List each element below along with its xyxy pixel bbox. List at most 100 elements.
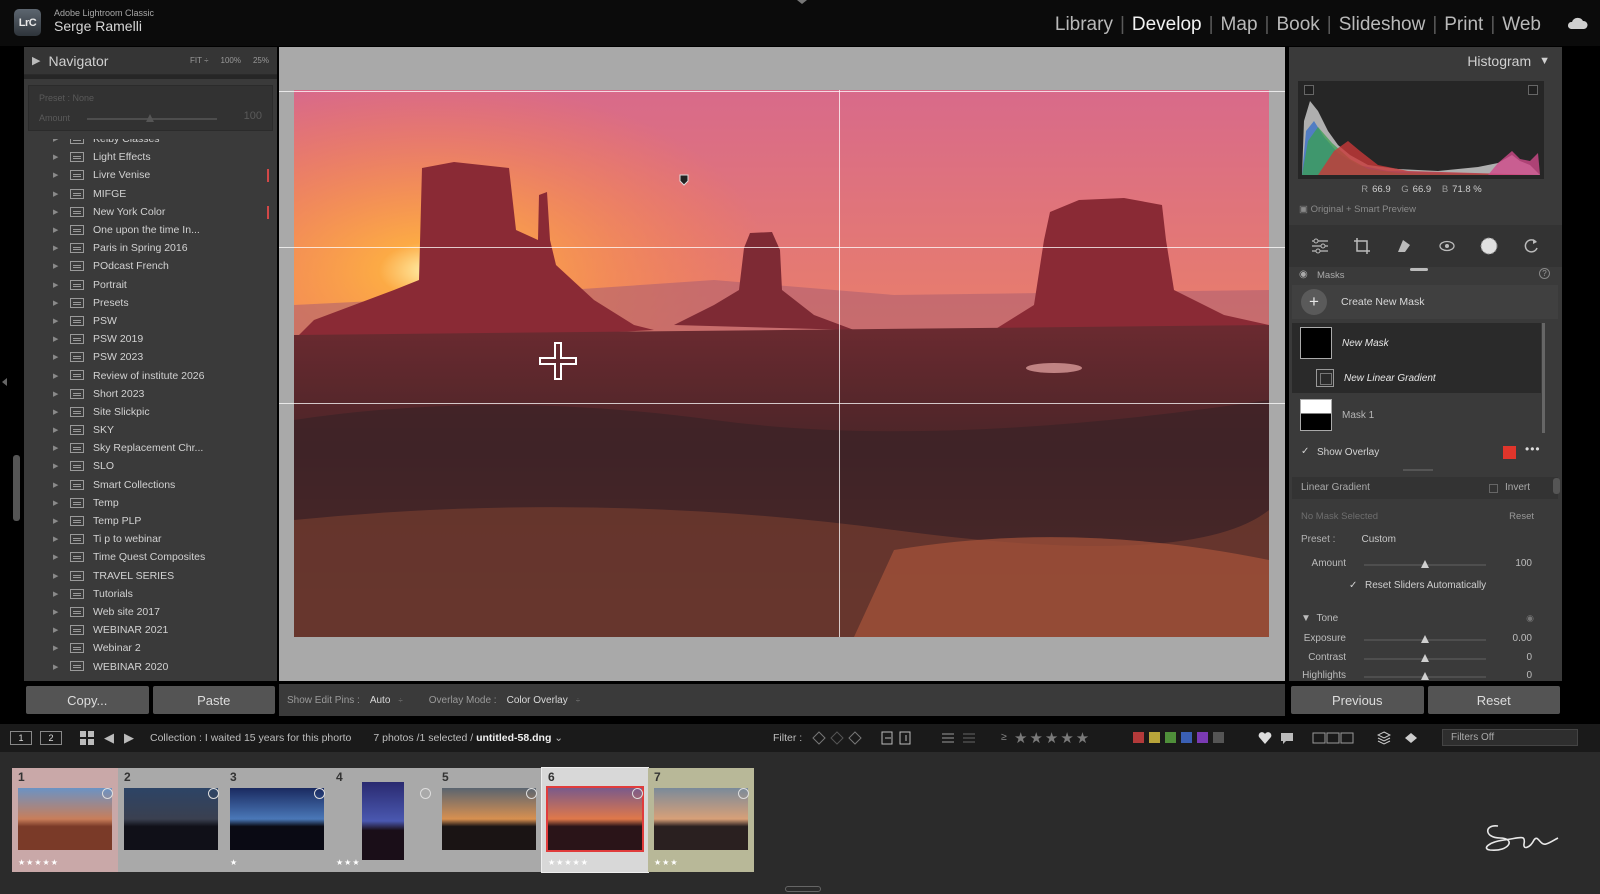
filmstrip-thumbnail[interactable]: 5 <box>436 768 542 872</box>
expand-triangle-icon[interactable]: ▶ <box>53 139 58 143</box>
paste-button[interactable]: Paste <box>152 686 275 714</box>
quick-collection-icon[interactable] <box>526 788 537 799</box>
collection-item[interactable]: ▶ MIFGE <box>24 185 269 203</box>
quick-collection-icon[interactable] <box>420 788 431 799</box>
mask-item-new-mask[interactable]: New Mask <box>1292 323 1541 363</box>
mask-list-scrollbar[interactable] <box>1542 323 1545 433</box>
masking-icon[interactable] <box>1479 236 1499 256</box>
color-label-blue[interactable] <box>1181 732 1192 743</box>
expand-triangle-icon[interactable]: ▶ <box>53 226 58 234</box>
sort-options-icon[interactable] <box>962 731 976 745</box>
expand-triangle-icon[interactable]: ▶ <box>53 663 58 671</box>
module-library[interactable]: Library <box>1048 14 1120 36</box>
expand-triangle-icon[interactable]: ▶ <box>53 171 58 179</box>
collection-item[interactable]: ▶ Time Quest Composites <box>24 548 269 566</box>
expand-triangle-icon[interactable]: ▶ <box>53 644 58 652</box>
module-map[interactable]: Map <box>1214 14 1265 36</box>
color-label-red[interactable] <box>1133 732 1144 743</box>
collection-item[interactable]: ▶ One upon the time In... <box>24 221 269 239</box>
collection-item[interactable]: ▶ Web site 2017 <box>24 603 269 621</box>
expand-triangle-icon[interactable]: ▶ <box>53 208 58 216</box>
rating-operator[interactable]: ≥ <box>1001 731 1007 743</box>
collection-item[interactable]: ▶ PSW 2019 <box>24 330 269 348</box>
collection-item[interactable]: ▶ Kelby Classes <box>24 139 269 148</box>
slider-value[interactable]: 0 <box>1526 670 1532 681</box>
collection-item[interactable]: ▶ Webinar 2 <box>24 639 269 657</box>
edit-pins-select[interactable]: Auto <box>370 695 391 706</box>
compare-views-icon[interactable] <box>1312 731 1356 745</box>
collection-item[interactable]: ▶ SKY <box>24 421 269 439</box>
color-label-green[interactable] <box>1165 732 1176 743</box>
color-label-none[interactable] <box>1213 732 1224 743</box>
filmstrip-thumbnail[interactable]: 4 ★★★ <box>330 768 436 872</box>
mask-item-mask-1[interactable]: Mask 1 <box>1292 397 1541 433</box>
expand-triangle-icon[interactable]: ▶ <box>32 54 40 67</box>
export-icon[interactable] <box>898 731 912 745</box>
color-label-yellow[interactable] <box>1149 732 1160 743</box>
overlay-color-swatch[interactable] <box>1503 446 1516 459</box>
filmstrip-thumbnail[interactable]: 7 ★★★ <box>648 768 754 872</box>
expand-triangle-icon[interactable]: ▶ <box>53 462 58 470</box>
red-eye-icon[interactable] <box>1437 236 1457 256</box>
collection-item[interactable]: ▶ SLO <box>24 457 269 475</box>
dropdown-arrows-icon[interactable]: ÷ <box>398 696 402 705</box>
collection-item[interactable]: ▶ Review of institute 2026 <box>24 366 269 384</box>
filmstrip-toggle[interactable] <box>785 886 821 892</box>
second-window-button[interactable]: 2 <box>40 731 62 745</box>
collection-item[interactable]: ▶ Paris in Spring 2016 <box>24 239 269 257</box>
expand-triangle-icon[interactable]: ▶ <box>53 372 58 380</box>
expand-triangle-icon[interactable]: ▶ <box>53 535 58 543</box>
expand-triangle-icon[interactable]: ▶ <box>53 153 58 161</box>
module-slideshow[interactable]: Slideshow <box>1332 14 1433 36</box>
filmstrip-thumbnail[interactable]: 3 ★ <box>224 768 330 872</box>
cloud-sync-icon[interactable] <box>1566 17 1588 30</box>
previous-button[interactable]: Previous <box>1291 686 1424 714</box>
forward-arrow-icon[interactable]: ▶ <box>124 730 134 746</box>
slider-value[interactable]: 100 <box>1515 558 1532 569</box>
expand-triangle-icon[interactable]: ▶ <box>53 299 58 307</box>
gradient-center-pin-icon[interactable] <box>536 339 580 383</box>
histogram-header[interactable]: Histogram ▼ <box>1289 47 1562 75</box>
flag-filter-icon[interactable] <box>812 731 826 745</box>
collection-item[interactable]: ▶ TRAVEL SERIES <box>24 567 269 585</box>
collection-item[interactable]: ▶ Sky Replacement Chr... <box>24 439 269 457</box>
collection-item[interactable]: ▶ Livre Venise <box>24 166 269 184</box>
slider-value[interactable]: 0 <box>1526 652 1532 663</box>
collapse-triangle-icon[interactable]: ▼ <box>1539 55 1550 67</box>
slider-value[interactable]: 0.00 <box>1513 633 1532 644</box>
overlay-mode-select[interactable]: Color Overlay <box>507 695 568 706</box>
filmstrip-thumbnail[interactable]: 1 ★★★★★ <box>12 768 118 872</box>
collection-item[interactable]: ▶ WEBINAR 2021 <box>24 621 269 639</box>
highlights-slider[interactable]: Highlights 0 <box>1289 668 1562 681</box>
expand-triangle-icon[interactable]: ▶ <box>53 408 58 416</box>
mask-component-linear-gradient[interactable]: New Linear Gradient <box>1292 363 1541 393</box>
quick-collection-icon[interactable] <box>632 788 643 799</box>
reset-button[interactable]: Reset <box>1427 686 1560 714</box>
filmstrip-thumbnail[interactable]: 6 ★★★★★ <box>541 767 649 873</box>
copy-button[interactable]: Copy... <box>26 686 149 714</box>
collection-item[interactable]: ▶ Temp <box>24 494 269 512</box>
amount-slider-thumb[interactable] <box>146 114 154 122</box>
masks-panel-grip[interactable] <box>1410 268 1428 271</box>
left-panel-toggle[interactable] <box>2 378 7 386</box>
grid-view-icon[interactable] <box>80 731 94 745</box>
quick-collection-icon[interactable] <box>314 788 325 799</box>
gradient-rotation-guide[interactable] <box>839 90 840 637</box>
expand-triangle-icon[interactable]: ▶ <box>53 590 58 598</box>
expand-triangle-icon[interactable]: ▶ <box>53 444 58 452</box>
exposure-slider[interactable]: Exposure 0.00 <box>1289 631 1562 647</box>
expand-triangle-icon[interactable]: ▶ <box>53 517 58 525</box>
collection-item[interactable]: ▶ Short 2023 <box>24 385 269 403</box>
import-icon[interactable] <box>880 731 894 745</box>
module-develop[interactable]: Develop <box>1125 14 1209 36</box>
collection-item[interactable]: ▶ POdcast French <box>24 257 269 275</box>
edit-sliders-icon[interactable] <box>1310 236 1330 256</box>
edit-pin-icon[interactable] <box>679 174 689 186</box>
collection-item[interactable]: ▶ WEBINAR 2020 <box>24 657 269 675</box>
collection-item[interactable]: ▶ PSW 2023 <box>24 348 269 366</box>
preview-status[interactable]: ▣ Original + Smart Preview <box>1299 204 1416 215</box>
dropdown-arrows-icon[interactable]: ÷ <box>576 696 580 705</box>
collection-item[interactable]: ▶ Portrait <box>24 276 269 294</box>
expand-triangle-icon[interactable]: ▶ <box>53 281 58 289</box>
invert-checkbox[interactable] <box>1489 484 1498 493</box>
